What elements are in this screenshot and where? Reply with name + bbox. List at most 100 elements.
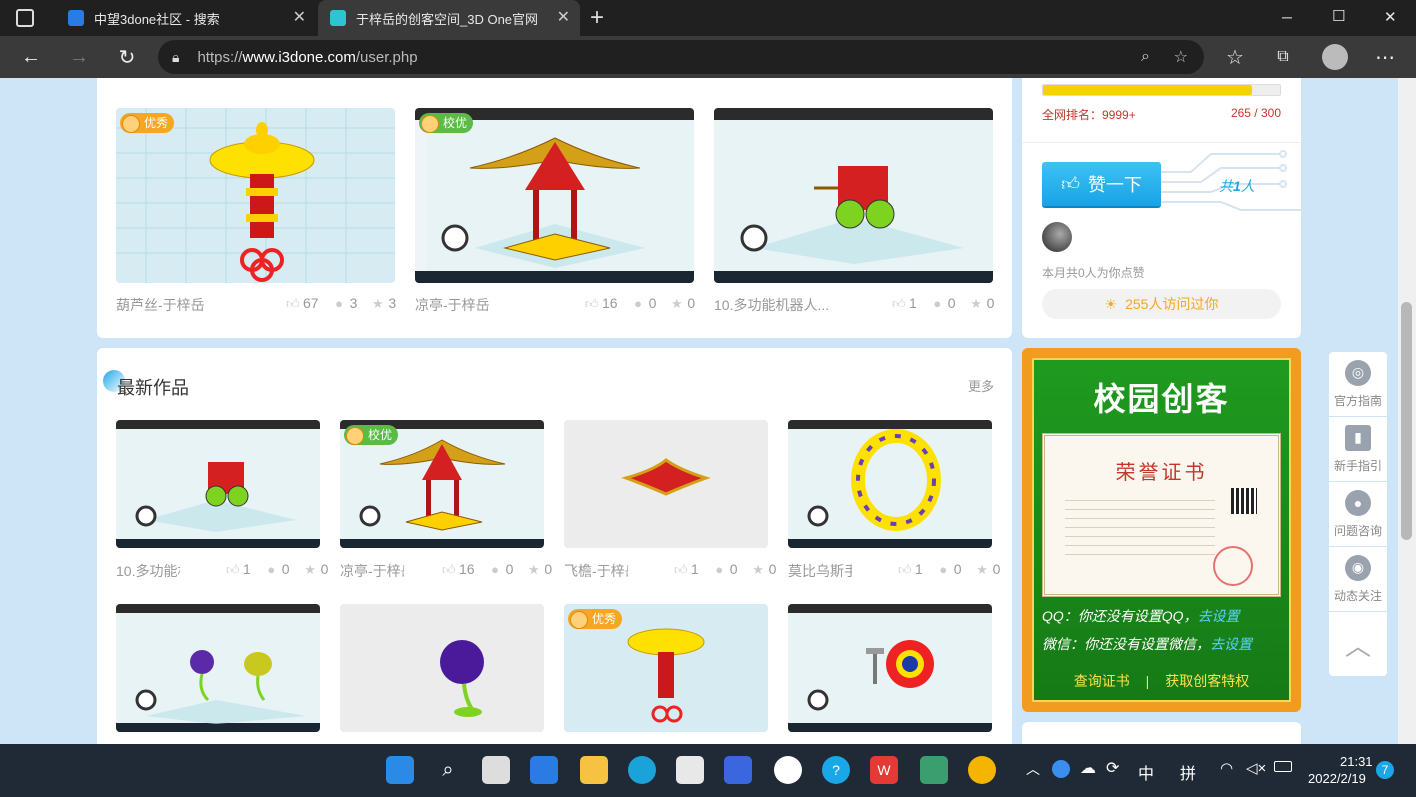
task-view-icon[interactable] bbox=[482, 756, 510, 784]
latest-thumb-gourd[interactable]: 优秀 bbox=[564, 604, 768, 732]
get-privilege-link[interactable]: 获取创客特权 bbox=[1165, 673, 1249, 689]
start-icon[interactable] bbox=[386, 756, 414, 784]
tab-actions-icon[interactable] bbox=[16, 9, 34, 27]
work-name[interactable]: 葫芦丝-于梓岳 bbox=[116, 295, 256, 315]
edge-icon[interactable] bbox=[628, 756, 656, 784]
store-icon[interactable] bbox=[676, 756, 704, 784]
star-icon[interactable]: ★ bbox=[976, 563, 989, 576]
close-tab-icon[interactable]: ✕ bbox=[557, 8, 570, 28]
side-follow-updates[interactable]: ◉ 动态关注 bbox=[1329, 547, 1387, 611]
qq-setup-link[interactable]: 去设置 bbox=[1198, 608, 1240, 624]
app-icon[interactable] bbox=[724, 756, 752, 784]
query-certificate-link[interactable]: 查询证书 bbox=[1074, 673, 1130, 689]
volume-icon[interactable]: ◁× bbox=[1246, 759, 1266, 777]
thumb-up-icon[interactable]: 👍︎ bbox=[892, 297, 906, 310]
notification-badge[interactable]: 7 bbox=[1376, 761, 1394, 779]
file-explorer-icon[interactable] bbox=[580, 756, 608, 784]
work-thumb-pavilion[interactable]: 校优 bbox=[415, 108, 694, 283]
chevron-up-icon[interactable]: ︿ bbox=[1026, 759, 1040, 779]
star-icon[interactable]: ★ bbox=[970, 297, 983, 310]
more-link[interactable]: 更多 bbox=[968, 376, 994, 395]
collections-icon[interactable]: ⧉ bbox=[1270, 44, 1296, 70]
cloud-icon[interactable]: ☁ bbox=[1080, 758, 1096, 778]
latest-thumb-robot[interactable] bbox=[116, 420, 320, 548]
latest-thumb-plants[interactable] bbox=[116, 604, 320, 732]
clock-time[interactable]: 21:31 bbox=[1340, 754, 1373, 769]
back-to-top-button[interactable]: ︿ bbox=[1329, 612, 1387, 676]
person-icon: ● bbox=[1345, 489, 1371, 516]
sync-icon[interactable]: ⟳ bbox=[1106, 758, 1119, 778]
work-thumb-robot[interactable] bbox=[714, 108, 993, 283]
work-name[interactable]: 10.多功能机 bbox=[116, 561, 180, 581]
latest-thumb-mobius[interactable] bbox=[788, 420, 992, 548]
pavilion-model-image bbox=[415, 108, 694, 283]
search-icon[interactable]: ⌕ bbox=[434, 756, 462, 784]
url-input[interactable]: 🔒︎ https://www.i3done.com/user.php ⌕ ☆ bbox=[158, 40, 1204, 74]
work-name[interactable]: 10.多功能机器人... bbox=[714, 295, 864, 315]
app-icon[interactable] bbox=[774, 756, 802, 784]
clock-date[interactable]: 2022/2/19 bbox=[1308, 771, 1366, 786]
new-tab-button[interactable]: + bbox=[590, 4, 604, 32]
work-thumb-gourd[interactable]: 优秀 bbox=[116, 108, 395, 283]
chrome-icon[interactable] bbox=[968, 756, 996, 784]
work-name[interactable]: 莫比乌斯手 bbox=[788, 561, 852, 581]
tray-icon[interactable] bbox=[1052, 760, 1070, 778]
thumb-up-icon[interactable]: 👍︎ bbox=[226, 563, 240, 576]
star-icon[interactable]: ★ bbox=[527, 563, 540, 576]
star-icon[interactable]: ★ bbox=[371, 297, 384, 310]
work-name[interactable]: 凉亭-于梓岳 bbox=[340, 561, 404, 581]
help-icon[interactable]: ? bbox=[822, 756, 850, 784]
chevron-up-icon: ︿ bbox=[1344, 630, 1371, 661]
thumb-up-icon[interactable]: 👍︎ bbox=[674, 563, 688, 576]
wifi-icon[interactable]: ◠ bbox=[1220, 759, 1233, 777]
section-title: 最新作品 bbox=[117, 378, 189, 398]
widgets-icon[interactable] bbox=[530, 756, 558, 784]
favorite-add-icon[interactable]: ☆ bbox=[1174, 47, 1188, 67]
back-icon[interactable]: ← bbox=[18, 44, 44, 70]
latest-thumb-flower[interactable] bbox=[340, 604, 544, 732]
like-button[interactable]: 👍︎ 赞一下 bbox=[1042, 162, 1161, 206]
star-icon[interactable]: ★ bbox=[304, 563, 317, 576]
latest-thumb-target[interactable] bbox=[788, 604, 992, 732]
visitors-count: 255人访问过你 bbox=[1125, 296, 1219, 312]
side-question-consult[interactable]: ● 问题咨询 bbox=[1329, 482, 1387, 546]
ime-language[interactable]: 中 bbox=[1138, 760, 1154, 784]
latest-thumb-pavilion[interactable]: 校优 bbox=[340, 420, 544, 548]
book-icon: ▮ bbox=[1345, 424, 1371, 451]
wps-icon[interactable]: W bbox=[870, 756, 898, 784]
comment-icon: ● bbox=[715, 561, 724, 577]
scrollbar-thumb[interactable] bbox=[1401, 302, 1412, 540]
more-icon[interactable]: ⋯ bbox=[1372, 44, 1398, 70]
forward-icon[interactable]: → bbox=[66, 44, 92, 70]
campus-links: 查询证书 | 获取创客特权 bbox=[1073, 673, 1250, 689]
avatar[interactable] bbox=[1042, 222, 1072, 252]
tab-maker-space[interactable]: 于梓岳的创客空间_3D One官网 ✕ bbox=[318, 0, 580, 36]
work-stats: 👍︎ 1 ● 0 ★ 0 bbox=[226, 561, 329, 577]
thumb-up-icon[interactable]: 👍︎ bbox=[442, 563, 456, 576]
star-icon[interactable]: ★ bbox=[752, 563, 765, 576]
minimize-button[interactable]: ─ bbox=[1282, 9, 1292, 25]
latest-thumb-eave[interactable] bbox=[564, 420, 768, 548]
profile-avatar[interactable] bbox=[1322, 44, 1348, 70]
close-window-button[interactable]: ✕ bbox=[1384, 8, 1397, 26]
page-scrollbar[interactable] bbox=[1398, 78, 1416, 744]
favorites-icon[interactable]: ☆ bbox=[1222, 44, 1248, 70]
thumb-up-icon[interactable]: 👍︎ bbox=[898, 563, 912, 576]
zoom-icon[interactable]: ⌕ bbox=[1141, 48, 1150, 66]
thumb-up-icon[interactable]: 👍︎ bbox=[585, 297, 599, 310]
star-icon[interactable]: ★ bbox=[670, 297, 683, 310]
layers-icon[interactable] bbox=[920, 756, 948, 784]
work-stats: 👍︎ 67 ● 3 ★ 3 bbox=[286, 295, 397, 311]
maximize-button[interactable]: ☐ bbox=[1332, 7, 1345, 25]
side-beginner-guide[interactable]: ▮ 新手指引 bbox=[1329, 417, 1387, 481]
work-name[interactable]: 凉亭-于梓岳 bbox=[415, 295, 555, 315]
thumb-up-icon[interactable]: 👍︎ bbox=[286, 297, 300, 310]
visitors-pill[interactable]: ☀ 255人访问过你 bbox=[1042, 289, 1281, 319]
battery-icon[interactable] bbox=[1274, 761, 1292, 772]
close-tab-icon[interactable]: ✕ bbox=[293, 8, 306, 28]
tab-bing-search[interactable]: 中望3done社区 - 搜索 ✕ bbox=[56, 0, 316, 36]
side-official-guide[interactable]: ◎ 官方指南 bbox=[1329, 352, 1387, 416]
ime-mode[interactable]: 拼 bbox=[1180, 760, 1196, 784]
wechat-setup-link[interactable]: 去设置 bbox=[1210, 636, 1252, 652]
work-name[interactable]: 飞檐-于梓岳 bbox=[564, 561, 628, 581]
